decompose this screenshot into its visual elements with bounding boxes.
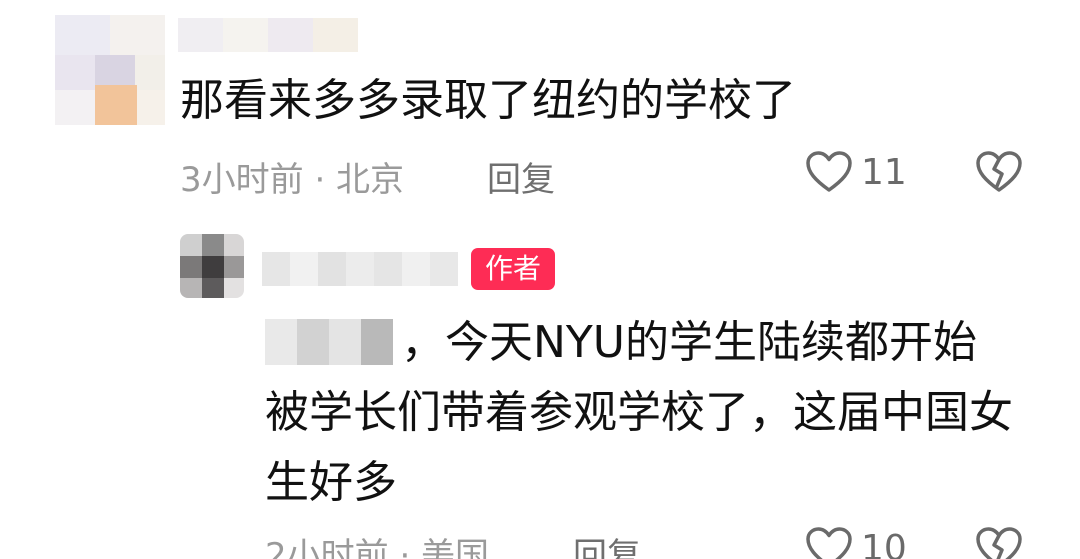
author-badge: 作者 (471, 248, 555, 290)
comment-reply-button[interactable]: 回复 (487, 152, 555, 201)
reply-text: ，今天NYU的学生陆续都开始 被学长们带着参观学校了，这届中国女 生好多 (265, 308, 1055, 518)
comment-text: 那看来多多录取了纽约的学校了 (180, 75, 796, 126)
commenter-name[interactable] (178, 18, 358, 52)
mentioned-user[interactable] (265, 319, 393, 365)
comment-like-button[interactable]: 11 (805, 150, 907, 194)
reply-text-line: 生好多 (265, 457, 397, 508)
heart-outline-icon (805, 526, 853, 559)
reply-like-count: 10 (861, 527, 907, 559)
comment-time-location: 3小时前 · 北京 (180, 160, 405, 200)
broken-heart-icon[interactable] (975, 526, 1023, 559)
replier-avatar[interactable] (180, 234, 244, 298)
comment-thread: 那看来多多录取了纽约的学校了 3小时前 · 北京 回复 11 作者 ，今天NYU… (0, 0, 1080, 559)
reply-time-location: 2小时前 · 美国 (265, 536, 490, 559)
reply-text-line: ，今天NYU的学生陆续都开始 (265, 308, 1055, 378)
broken-heart-icon[interactable] (975, 150, 1023, 194)
replier-name[interactable] (262, 252, 458, 286)
reply-like-button[interactable]: 10 (805, 526, 907, 559)
commenter-avatar[interactable] (55, 15, 165, 125)
comment-like-count: 11 (861, 151, 907, 193)
heart-outline-icon (805, 150, 853, 194)
reply-text-line: 被学长们带着参观学校了，这届中国女 (265, 387, 1013, 438)
reply-reply-button[interactable]: 回复 (573, 528, 641, 559)
